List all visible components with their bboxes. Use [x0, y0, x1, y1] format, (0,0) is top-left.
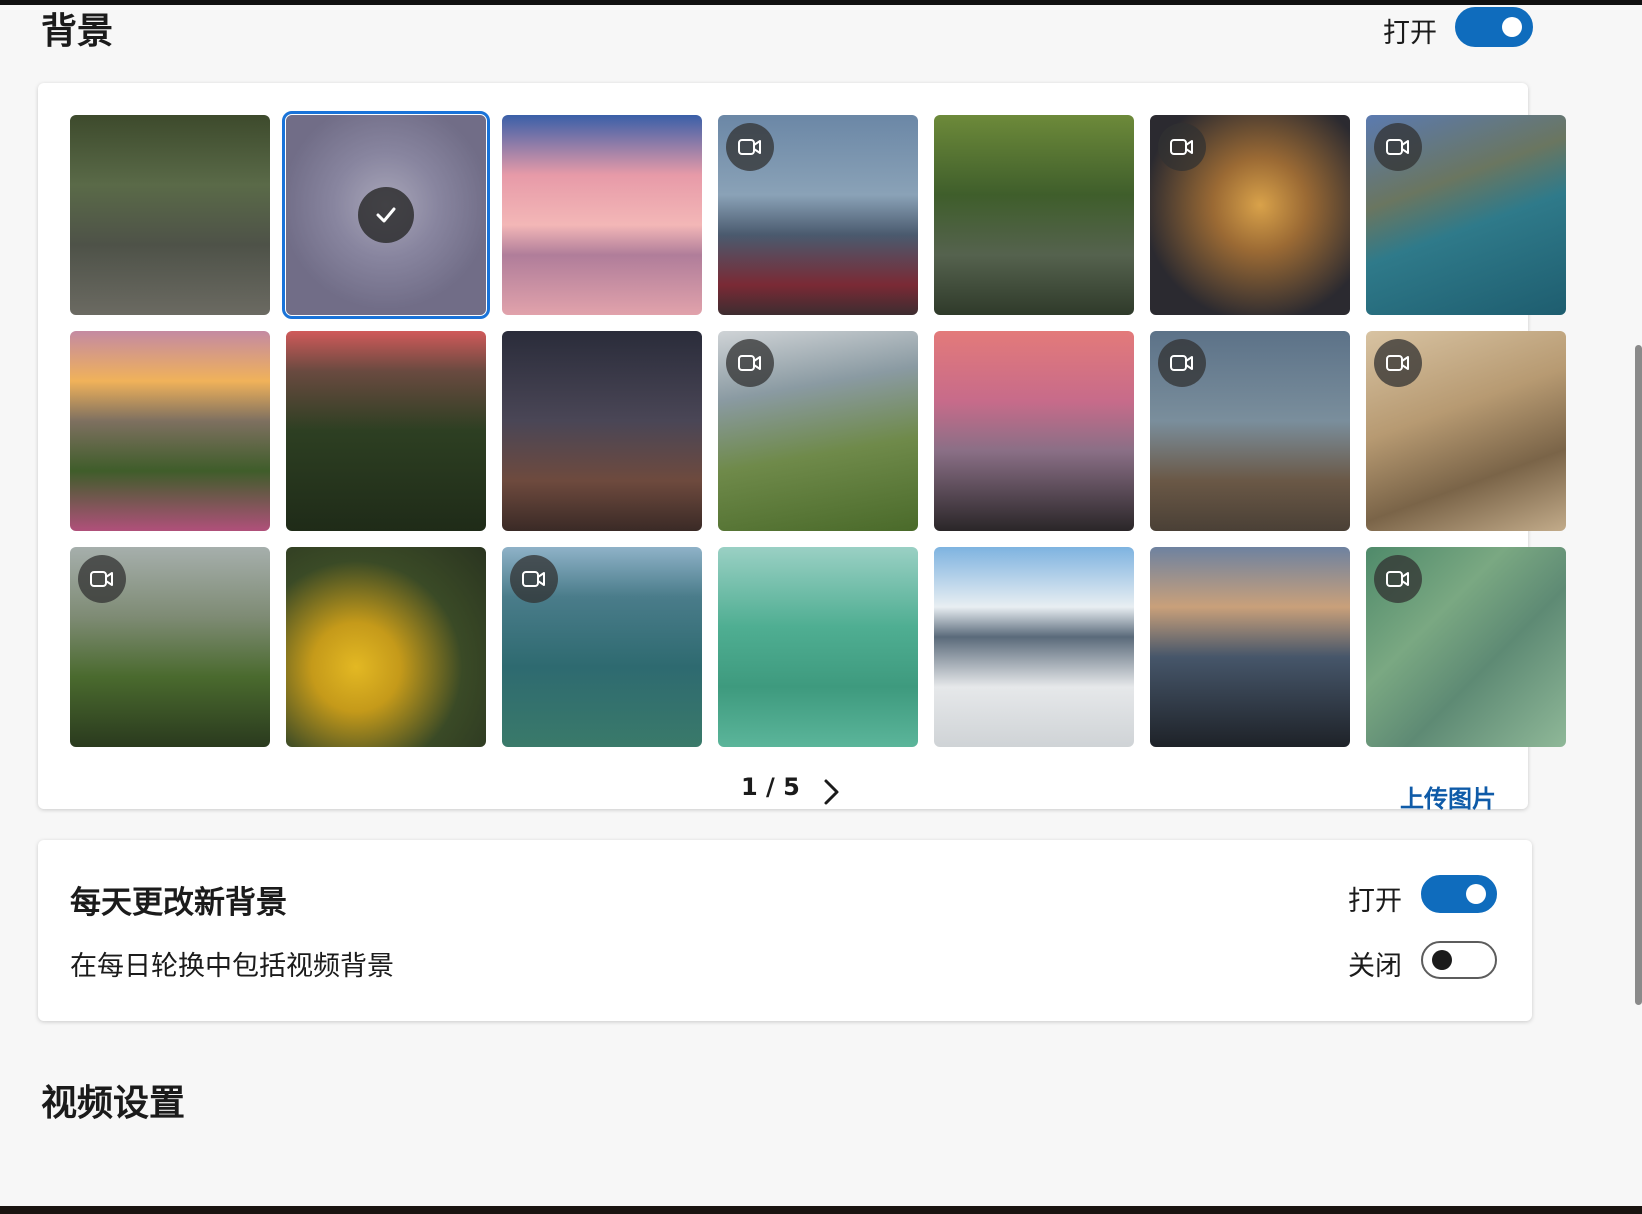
background-thumbnail-red-sky-seascape[interactable] [934, 331, 1134, 531]
toggle-knob [1466, 884, 1486, 904]
background-thumbnail-sunflowers-bird[interactable] [286, 547, 486, 747]
video-camera-icon [1158, 123, 1206, 171]
background-thumbnail-mount-fuji-pagoda[interactable] [718, 115, 918, 315]
scrollbar-thumb[interactable] [1635, 345, 1642, 1005]
background-thumbnail-green-alpine-ridge[interactable] [718, 331, 918, 531]
background-thumbnail-ocean-waves-aerial[interactable] [502, 547, 702, 747]
background-section-title: 背景 [41, 11, 114, 52]
daily-change-toggle[interactable] [1421, 875, 1497, 913]
background-toggle-label: 打开 [1383, 18, 1437, 49]
background-thumbnail-forest-stream[interactable] [934, 115, 1134, 315]
background-thumbnail-jungle-waterfall[interactable] [286, 331, 486, 531]
background-thumbnail-pink-cloud-reflection[interactable] [502, 115, 702, 315]
background-gallery-card: 1 / 5 上传图片 [38, 83, 1566, 813]
thumbnail-grid [70, 111, 1566, 747]
background-thumbnail-desert-dunes-camels[interactable] [1366, 331, 1566, 531]
daily-background-card: 每天更改新背景 打开 在每日轮换中包括视频背景 关闭 [38, 840, 1532, 1021]
video-camera-icon [510, 555, 558, 603]
window-bottom-edge [0, 1206, 1642, 1214]
background-thumbnail-surfers-turquoise-water[interactable] [718, 547, 918, 747]
background-thumbnail-coral-reef[interactable] [1150, 115, 1350, 315]
video-camera-icon [1374, 555, 1422, 603]
upload-image-link[interactable]: 上传图片 [1400, 779, 1496, 814]
background-thumbnail-milky-way-rocks[interactable] [502, 331, 702, 531]
video-camera-icon [726, 123, 774, 171]
video-settings-title: 视频设置 [41, 1083, 186, 1124]
chevron-right-icon [824, 779, 839, 805]
checkmark-icon [358, 187, 414, 243]
video-camera-icon [78, 555, 126, 603]
include-video-toggle-label: 关闭 [1348, 951, 1402, 982]
daily-change-title: 每天更改新背景 [70, 885, 287, 921]
pagination: 1 / 5 上传图片 [38, 773, 1528, 813]
video-camera-icon [1374, 123, 1422, 171]
video-camera-icon [726, 339, 774, 387]
background-thumbnail-snowy-peaks[interactable] [934, 547, 1134, 747]
include-video-label: 在每日轮换中包括视频背景 [70, 951, 394, 982]
background-thumbnail-mountain-valley[interactable] [1150, 331, 1350, 531]
include-video-toggle[interactable] [1421, 941, 1497, 979]
background-thumbnail-river-delta-aerial[interactable] [1366, 547, 1566, 747]
next-page-button[interactable] [814, 775, 848, 809]
video-camera-icon [1374, 339, 1422, 387]
background-thumbnail-dark-mountains-sunrise[interactable] [1150, 547, 1350, 747]
toggle-knob [1502, 17, 1522, 37]
background-thumbnail-misty-green-hills[interactable] [70, 547, 270, 747]
background-thumbnail-temple-ruins[interactable] [70, 115, 270, 315]
window-top-edge [0, 0, 1642, 5]
daily-toggle-label: 打开 [1348, 886, 1402, 917]
background-thumbnail-flower-hillside-sunset[interactable] [70, 331, 270, 531]
page-indicator: 1 / 5 [741, 773, 800, 801]
toggle-knob [1432, 950, 1452, 970]
background-thumbnail-moonlit-sky[interactable] [282, 111, 490, 319]
video-camera-icon [1158, 339, 1206, 387]
background-thumbnail-mountain-lake[interactable] [1366, 115, 1566, 315]
background-toggle[interactable] [1455, 7, 1533, 47]
